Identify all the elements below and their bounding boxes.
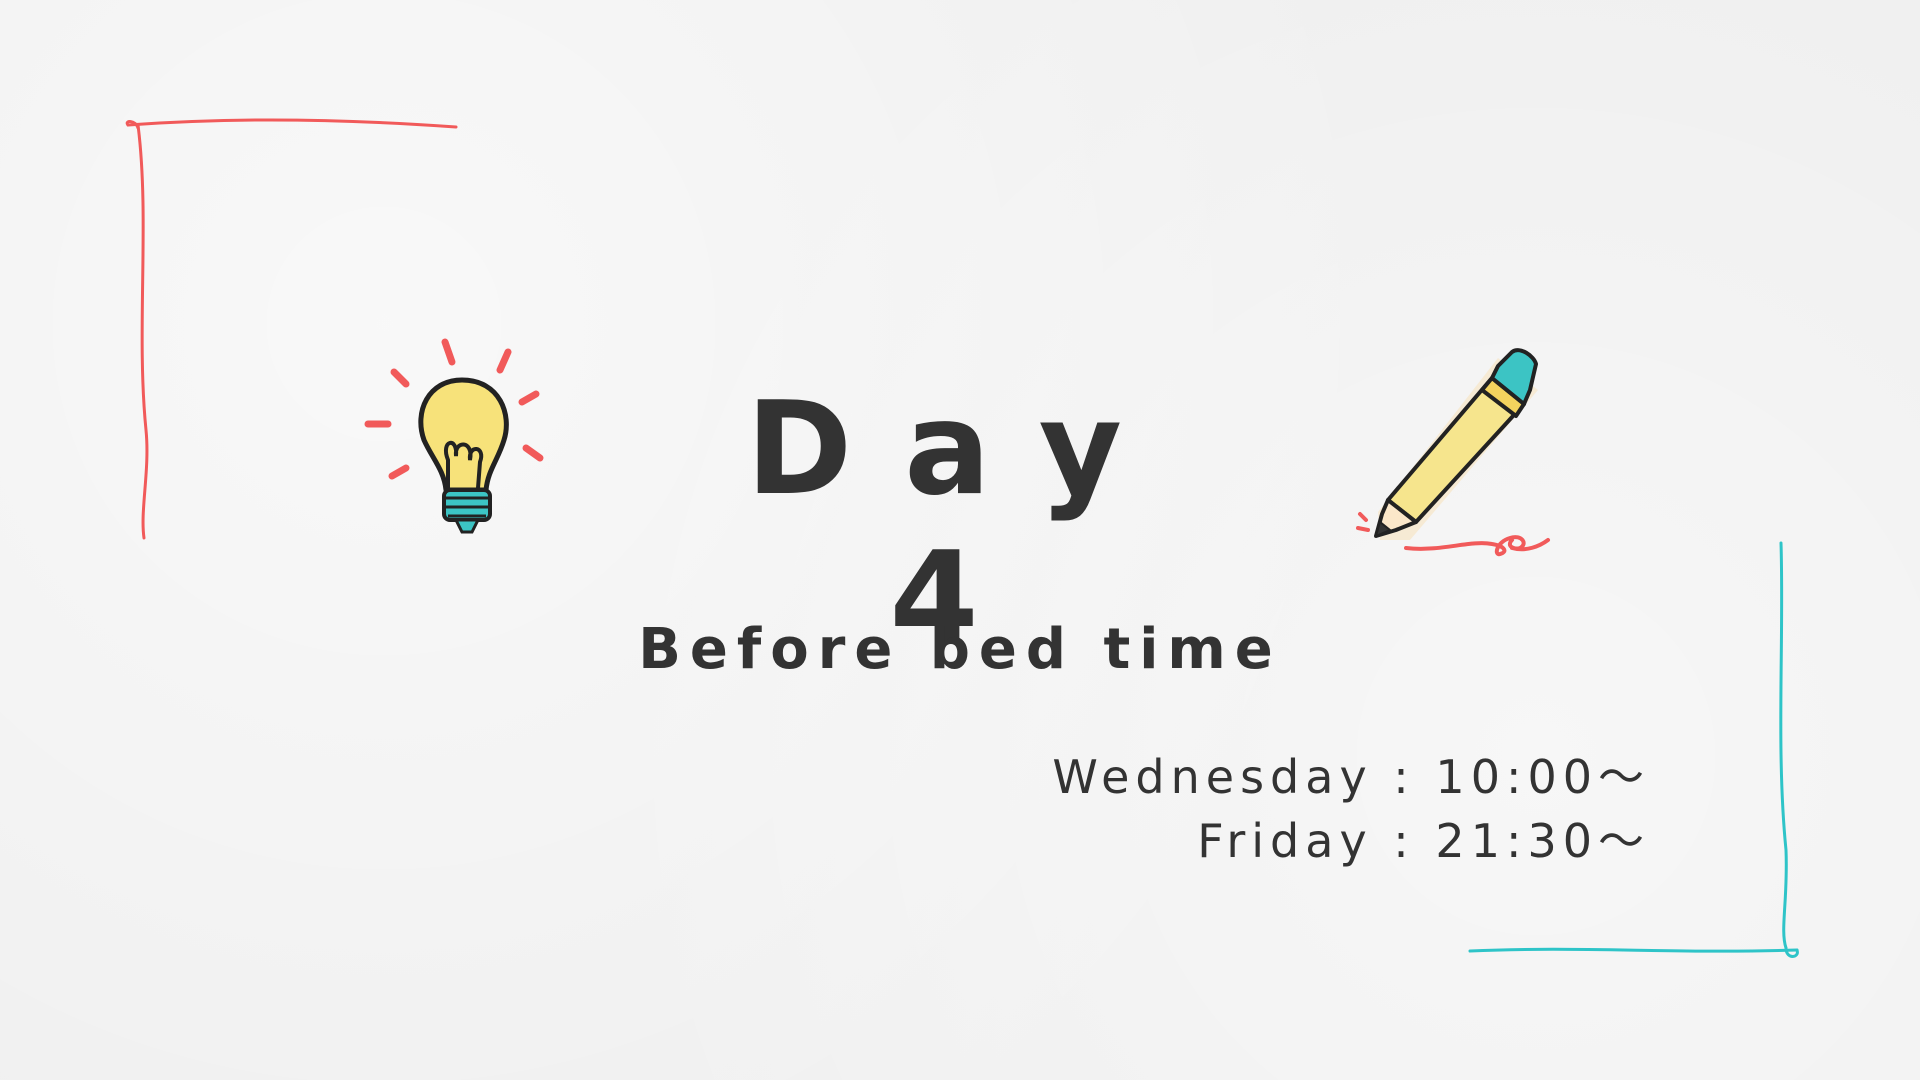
schedule-block: Wednesday : 10:00〜 Friday : 21:30〜 <box>1052 745 1650 873</box>
schedule-line: Friday : 21:30〜 <box>1197 814 1650 868</box>
pencil-icon <box>1356 348 1550 557</box>
schedule-line: Wednesday : 10:00〜 <box>1052 750 1650 804</box>
schedule-time: 21:30〜 <box>1435 814 1650 868</box>
lightbulb-icon <box>364 338 544 534</box>
page-subtitle: Before bed time <box>638 617 1282 682</box>
schedule-day: Friday <box>1197 814 1373 868</box>
schedule-time: 10:00〜 <box>1435 750 1650 804</box>
red-frame-corner <box>125 118 458 540</box>
schedule-day: Wednesday <box>1052 750 1373 804</box>
